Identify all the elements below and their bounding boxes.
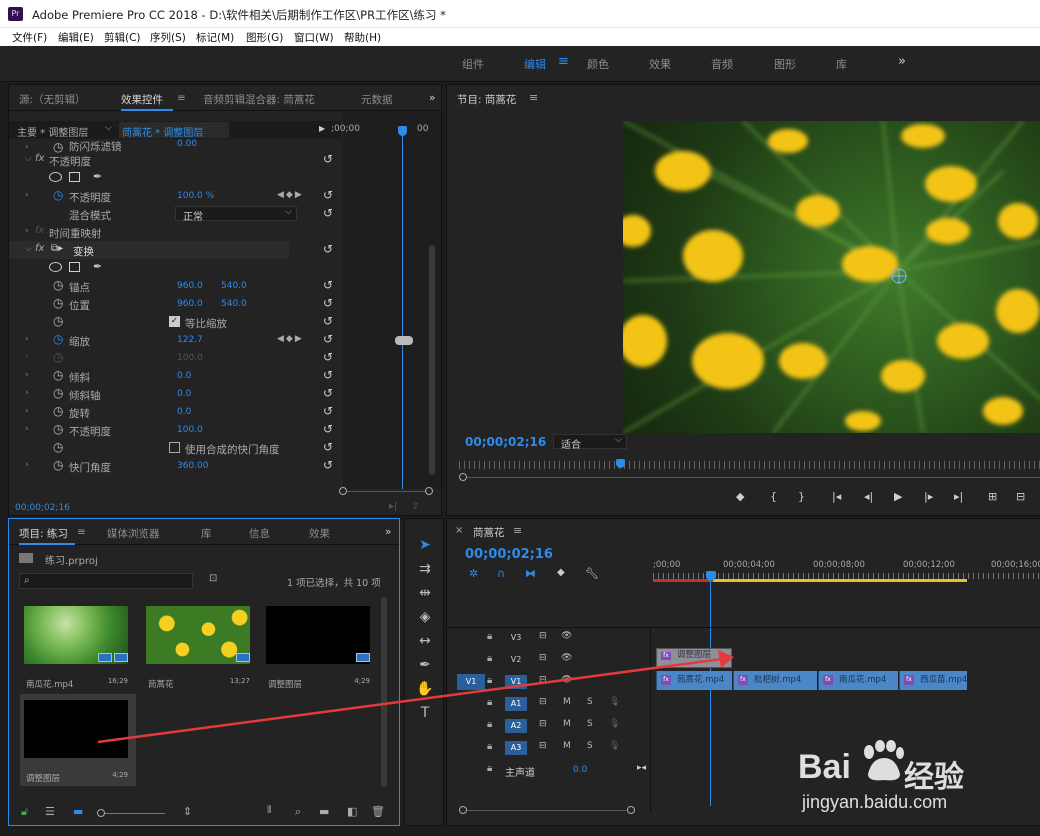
watermark-brand-cn: 经验 — [904, 760, 964, 795]
paw-icon — [860, 740, 904, 784]
watermark-url: jingyan.baidu.com — [802, 792, 948, 812]
baidu-watermark: Bai 经验 jingyan.baidu.com — [796, 740, 1040, 836]
drag-annotation-arrow — [97, 650, 734, 744]
watermark-brand: Bai — [798, 748, 851, 786]
